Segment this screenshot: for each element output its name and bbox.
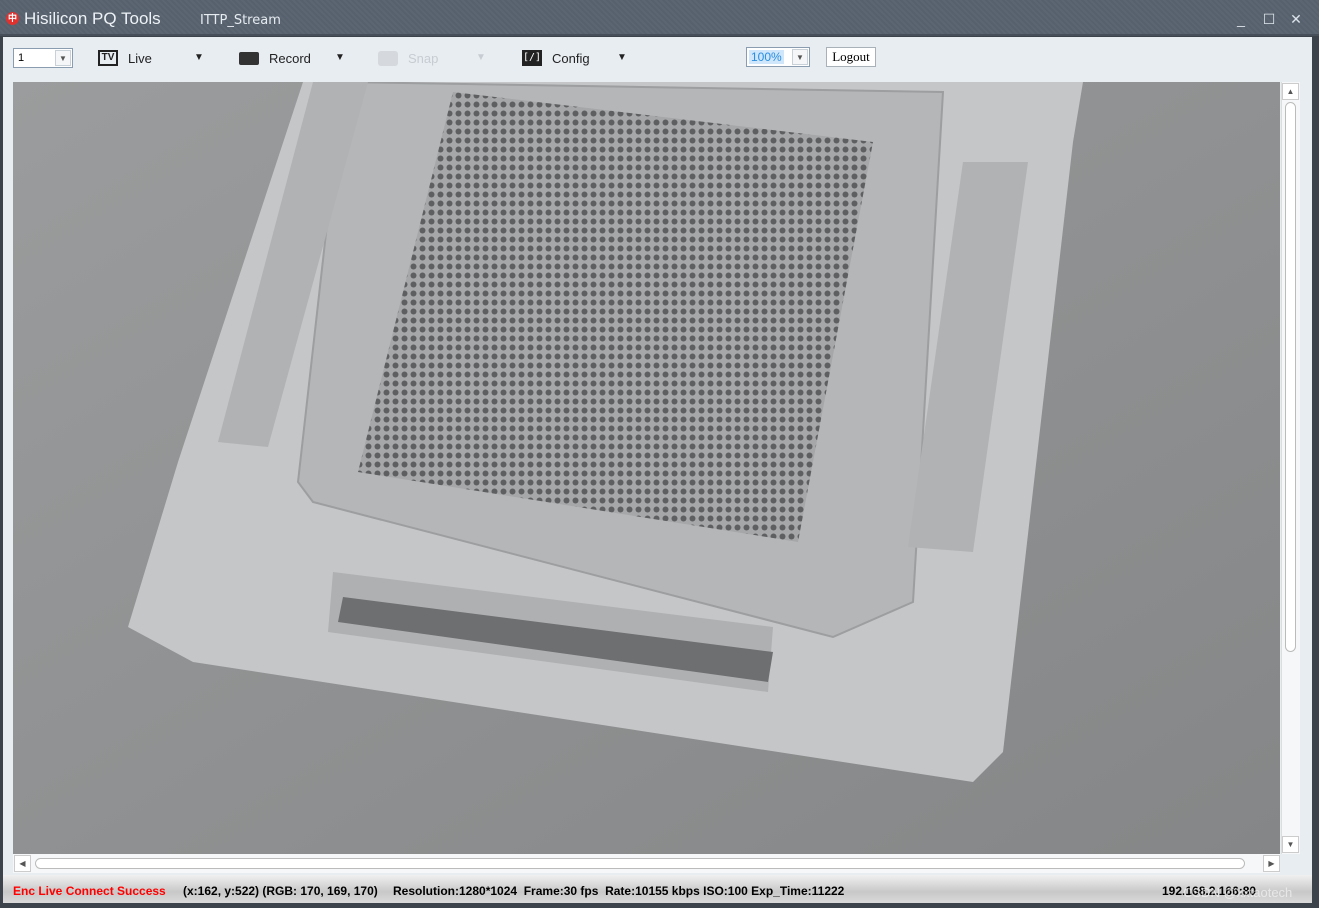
live-button[interactable]: TV Live [98, 47, 152, 69]
horizontal-scroll-thumb[interactable] [35, 858, 1245, 869]
watermark: CSDN @xxtaotech [1183, 885, 1293, 900]
toolbar: 1 ▼ TV Live ▼ Record ▼ Snap ▼ [/] Config… [3, 37, 1312, 81]
status-bar: Enc Live Connect Success (x:162, y:522) … [3, 875, 1312, 903]
zoom-select[interactable]: 100% ▼ [746, 47, 810, 67]
scroll-left-icon[interactable]: ◀ [14, 855, 31, 872]
pixel-info: (x:162, y:522) (RGB: 170, 169, 170) [183, 884, 378, 898]
scroll-up-icon[interactable]: ▲ [1282, 83, 1299, 100]
config-dropdown-icon[interactable]: ▼ [617, 52, 627, 63]
config-button[interactable]: [/] Config [522, 47, 590, 69]
vertical-scroll-thumb[interactable] [1285, 102, 1296, 652]
close-icon[interactable]: ✕ [1287, 10, 1305, 28]
video-view[interactable] [13, 82, 1280, 854]
channel-value: 1 [18, 52, 25, 64]
tv-icon: TV [98, 50, 118, 66]
record-button[interactable]: Record [239, 47, 311, 69]
main-panel: 1 ▼ TV Live ▼ Record ▼ Snap ▼ [/] Config… [3, 37, 1312, 903]
record-label: Record [269, 50, 311, 66]
connection-status: Enc Live Connect Success [13, 884, 166, 898]
zoom-value: 100% [749, 50, 784, 64]
scroll-right-icon[interactable]: ▶ [1263, 855, 1280, 872]
channel-select[interactable]: 1 ▼ [13, 48, 73, 68]
maximize-icon[interactable]: ☐ [1260, 10, 1278, 28]
chevron-down-icon[interactable]: ▼ [792, 49, 808, 65]
chevron-down-icon[interactable]: ▼ [55, 50, 71, 66]
app-title: Hisilicon PQ Tools [24, 9, 161, 28]
snap-label: Snap [408, 50, 439, 66]
scroll-down-icon[interactable]: ▼ [1282, 836, 1299, 853]
video-camera-icon [239, 51, 259, 65]
live-label: Live [128, 50, 152, 66]
config-label: Config [552, 50, 590, 66]
horizontal-scrollbar[interactable]: ◀ ▶ [13, 854, 1280, 873]
minimize-icon[interactable]: _ [1232, 10, 1250, 28]
vertical-scrollbar[interactable]: ▲ ▼ [1281, 82, 1300, 854]
record-dropdown-icon[interactable]: ▼ [335, 52, 345, 63]
logout-button[interactable]: Logout [826, 47, 876, 67]
stream-info: Resolution:1280*1024 Frame:30 fps Rate:1… [393, 884, 845, 898]
config-icon: [/] [522, 50, 542, 66]
snap-button[interactable]: Snap [378, 47, 438, 69]
live-dropdown-icon[interactable]: ▼ [194, 52, 204, 63]
snap-dropdown-icon[interactable]: ▼ [476, 52, 486, 63]
camera-frame [13, 82, 1280, 854]
app-logo-icon: 中 [6, 12, 19, 25]
title-bar: 中 Hisilicon PQ Tools ITTP_Stream _ ☐ ✕ [0, 0, 1319, 36]
camera-icon [378, 50, 398, 66]
stream-title: ITTP_Stream [200, 13, 281, 28]
